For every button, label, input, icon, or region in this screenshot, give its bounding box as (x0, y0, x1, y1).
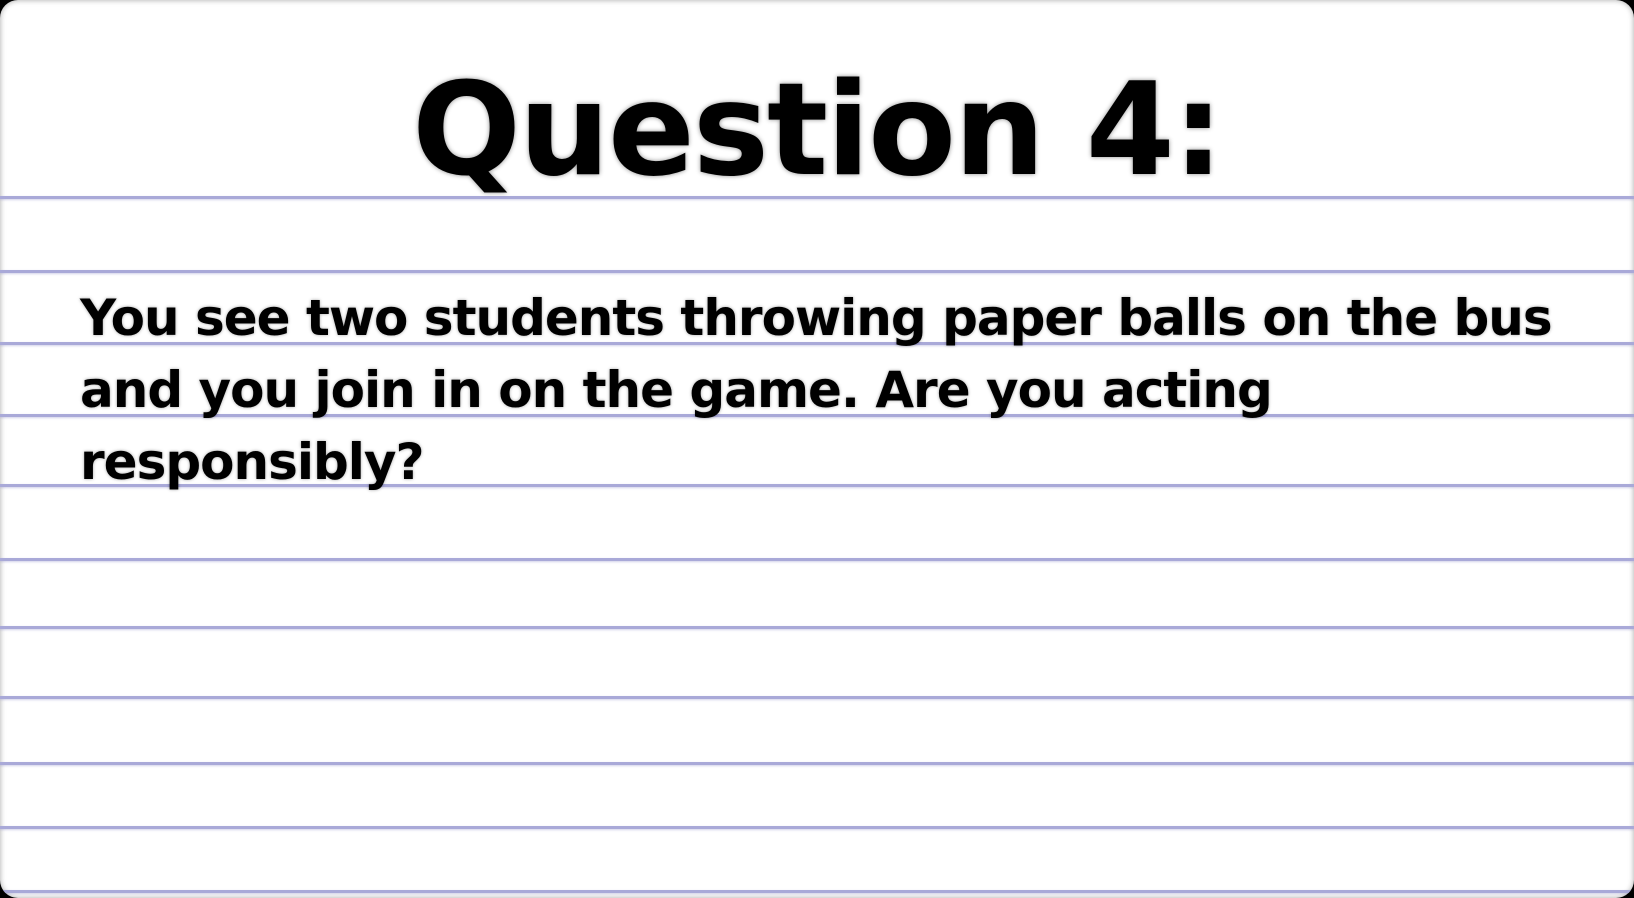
ruled-line (0, 270, 1634, 273)
lined-paper-card: Question 4: You see two students throwin… (0, 0, 1634, 898)
ruled-line (0, 696, 1634, 699)
ruled-line (0, 558, 1634, 561)
ruled-line (0, 890, 1634, 893)
ruled-line (0, 826, 1634, 829)
ruled-line (0, 626, 1634, 629)
question-title: Question 4: (412, 56, 1224, 205)
question-text: You see two students throwing paper ball… (80, 289, 1553, 491)
ruled-line (0, 762, 1634, 765)
